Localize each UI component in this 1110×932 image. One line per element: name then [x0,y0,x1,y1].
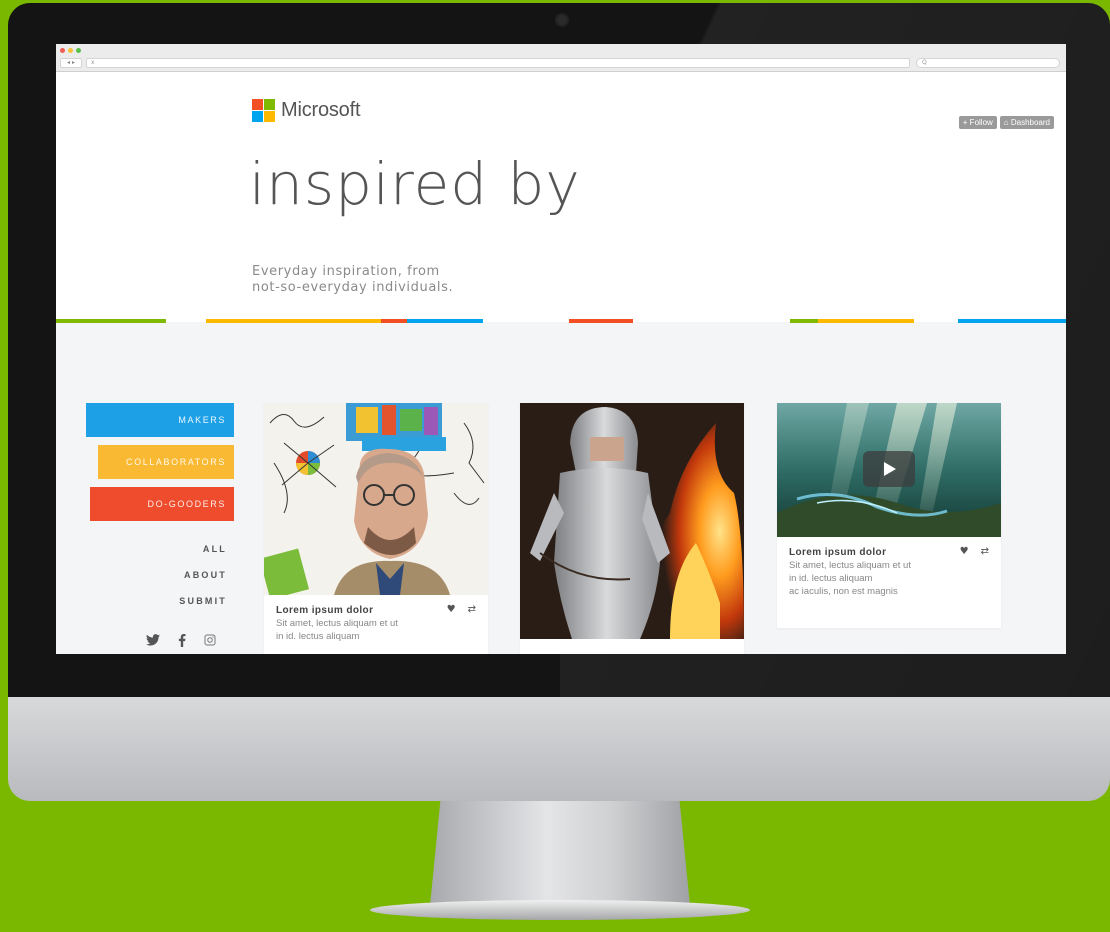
screen: ◂ ▸ x Q Microsoft + Follow ⌂ Dashboard i… [56,44,1066,654]
card-actions: ♥ ⇄ [960,546,989,557]
color-divider [56,319,1066,323]
card-body: Lorem ipsum dolor Sit amet, lectus aliqu… [264,595,488,650]
subtitle-line-2: not-so-everyday individuals. [252,280,454,295]
nav-about[interactable]: ABOUT [184,570,227,580]
card-text-line: in id. lectus aliquam [789,573,873,584]
social-links [146,634,216,651]
page-subtitle: Everyday inspiration, from not-so-everyd… [252,264,512,296]
top-actions: + Follow ⌂ Dashboard [958,116,1054,129]
brand-name: Microsoft [281,99,361,121]
follow-button[interactable]: + Follow [958,116,997,129]
card-text-line: in id. lectus aliquam [276,631,360,642]
minimize-icon[interactable] [68,48,73,53]
page-title: inspired by [249,150,581,218]
repost-icon[interactable]: ⇄ [981,546,989,557]
nav-all[interactable]: ALL [203,544,227,554]
firefighter-photo-image [520,403,744,639]
instagram-icon[interactable] [204,634,216,651]
facebook-icon[interactable] [178,634,186,651]
monitor-stand [430,801,690,906]
heart-icon[interactable]: ♥ [447,604,456,615]
card-text-line: ac iaculis, non est magnis [789,586,898,597]
heart-icon[interactable]: ♥ [960,546,969,557]
nav-submit[interactable]: SUBMIT [179,596,227,606]
story-card[interactable] [520,403,744,654]
card-image [777,403,1001,537]
camera-icon [555,13,569,27]
monitor-stand-base [370,900,750,920]
card-text-line: Sit amet, lectus aliquam et ut [276,618,398,629]
card-body: Lorem ipsum dolor Sit amet, lectus aliqu… [777,537,1001,605]
card-image [520,403,744,639]
repost-icon[interactable]: ⇄ [468,604,476,615]
hero: Microsoft + Follow ⌂ Dashboard inspired … [56,72,1066,322]
subtitle-line-1: Everyday inspiration, from [252,264,440,279]
microsoft-logo[interactable]: Microsoft [252,99,361,122]
twitter-icon[interactable] [146,634,160,651]
story-card[interactable]: Lorem ipsum dolor Sit amet, lectus aliqu… [777,403,1001,628]
category-makers[interactable]: MAKERS [86,403,234,437]
card-image [264,403,488,595]
card-actions: ♥ ⇄ [447,604,476,615]
monitor-chin [8,697,1110,801]
story-card[interactable]: Lorem ipsum dolor Sit amet, lectus aliqu… [264,403,488,654]
category-do-gooders[interactable]: DO-GOODERS [90,487,234,521]
close-icon[interactable] [60,48,65,53]
dashboard-button[interactable]: ⌂ Dashboard [999,116,1054,129]
browser-search-bar[interactable]: Q [916,58,1060,68]
back-forward-buttons[interactable]: ◂ ▸ [60,58,82,68]
card-text-line: Sit amet, lectus aliquam et ut [789,560,911,571]
microsoft-logo-icon [252,99,275,122]
illustrated-portrait-image [264,403,488,595]
browser-chrome: ◂ ▸ x Q [56,44,1066,72]
url-bar[interactable]: x [86,58,910,68]
category-collaborators[interactable]: COLLABORATORS [98,445,234,479]
maximize-icon[interactable] [76,48,81,53]
play-icon[interactable] [863,451,915,487]
window-controls [60,48,81,53]
